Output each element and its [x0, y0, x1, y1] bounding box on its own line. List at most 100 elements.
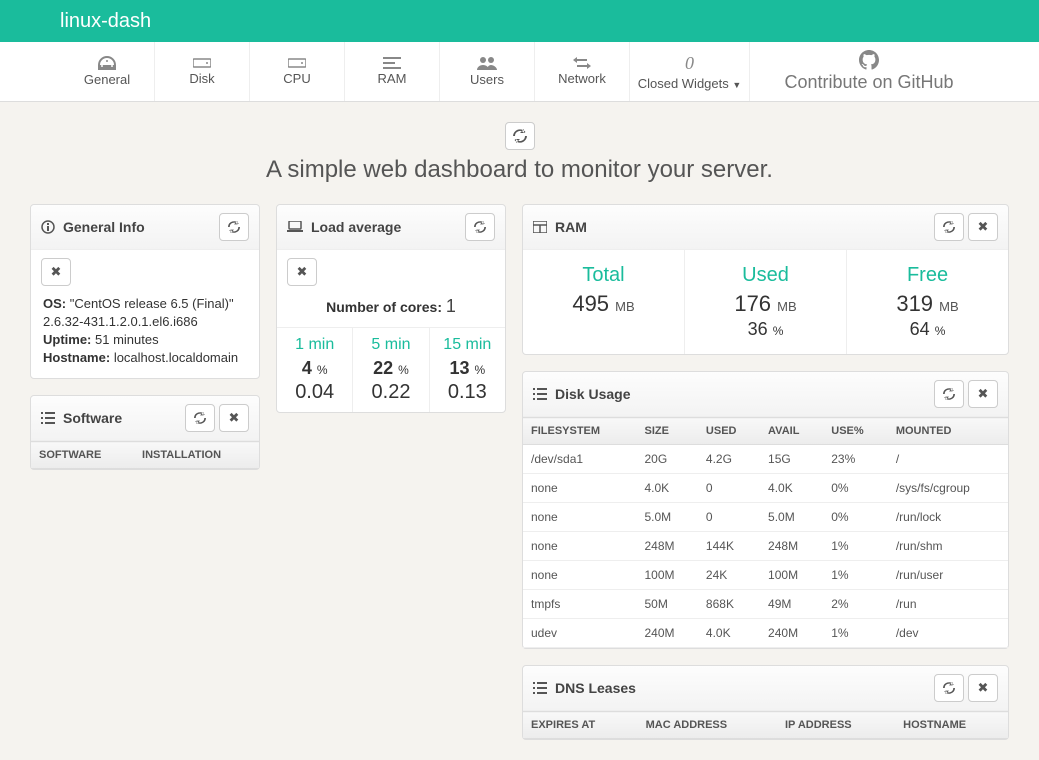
table-row: tmpfs50M868K49M2%/run — [523, 590, 1008, 619]
refresh-icon — [943, 388, 955, 400]
ram-free-cell: Free 319 MB 64 % — [847, 250, 1008, 354]
hostname-value: localhost.localdomain — [114, 350, 238, 365]
table-header: USE% — [823, 418, 888, 445]
page-tagline: A simple web dashboard to monitor your s… — [30, 156, 1009, 184]
nav-users[interactable]: Users — [440, 42, 535, 101]
table-cell: none — [523, 561, 637, 590]
ram-used-pct: 36 — [748, 319, 768, 339]
nav-users-label: Users — [470, 72, 504, 87]
nav-general[interactable]: General — [60, 42, 155, 101]
list-icon — [41, 412, 55, 424]
close-icon: ✖ — [978, 219, 989, 235]
table-header: HOSTNAME — [895, 712, 1008, 739]
load-close-button[interactable]: ✖ — [287, 258, 317, 286]
table-header: EXPIRES AT — [523, 712, 638, 739]
italic-icon: 0 — [685, 53, 694, 74]
table-cell: 240M — [637, 619, 698, 648]
table-cell: 5.0M — [760, 503, 823, 532]
nav-ram[interactable]: RAM — [345, 42, 440, 101]
load-pct: 13 % — [434, 358, 501, 379]
table-header: IP ADDRESS — [777, 712, 895, 739]
table-cell: 0 — [698, 503, 760, 532]
refresh-icon — [943, 221, 955, 233]
table-row: none4.0K04.0K0%/sys/fs/cgroup — [523, 474, 1008, 503]
main-nav: General Disk CPU RAM Users Network 0 Clo… — [0, 42, 1039, 102]
load-refresh-button[interactable] — [465, 213, 495, 241]
ram-unit: MB — [615, 299, 635, 314]
panel-dns-title: DNS Leases — [555, 680, 636, 696]
table-row: udev240M4.0K240M1%/dev — [523, 619, 1008, 648]
nav-ram-label: RAM — [378, 71, 407, 86]
caret-down-icon: ▼ — [732, 80, 741, 90]
table-cell: /run/user — [888, 561, 1008, 590]
nav-disk[interactable]: Disk — [155, 42, 250, 101]
table-cell: 4.0K — [760, 474, 823, 503]
table-row: none5.0M05.0M0%/run/lock — [523, 503, 1008, 532]
list-icon — [533, 682, 547, 694]
ram-close-button[interactable]: ✖ — [968, 213, 998, 241]
os-value: "CentOS release 6.5 (Final)" — [70, 296, 234, 311]
nav-general-label: General — [84, 72, 130, 87]
uptime-value: 51 minutes — [95, 332, 159, 347]
table-cell: 1% — [823, 532, 888, 561]
table-header: AVAIL — [760, 418, 823, 445]
table-cell: none — [523, 474, 637, 503]
os-label: OS: — [43, 296, 66, 311]
nav-closed-widgets[interactable]: 0 Closed Widgets ▼ — [630, 42, 750, 101]
disk-close-button[interactable]: ✖ — [968, 380, 998, 408]
general-info-close-button[interactable]: ✖ — [41, 258, 71, 286]
general-info-refresh-button[interactable] — [219, 213, 249, 241]
ram-free-pct: 64 — [910, 319, 930, 339]
software-table: SOFTWAREINSTALLATION — [31, 441, 259, 469]
close-icon: ✖ — [978, 680, 989, 696]
table-cell: 0% — [823, 503, 888, 532]
load-raw: 0.04 — [281, 381, 348, 404]
table-header: MOUNTED — [888, 418, 1008, 445]
load-cell: 15 min13 %0.13 — [430, 328, 505, 412]
table-cell: 0 — [698, 474, 760, 503]
nav-cpu[interactable]: CPU — [250, 42, 345, 101]
nav-network[interactable]: Network — [535, 42, 630, 101]
table-icon — [533, 221, 547, 233]
ram-used-value: 176 — [734, 291, 771, 316]
dns-refresh-button[interactable] — [934, 674, 964, 702]
table-cell: none — [523, 503, 637, 532]
refresh-icon — [943, 682, 955, 694]
load-pct: 22 % — [357, 358, 424, 379]
software-refresh-button[interactable] — [185, 404, 215, 432]
hostname-label: Hostname: — [43, 350, 110, 365]
refresh-icon — [474, 221, 486, 233]
transfer-icon — [573, 57, 591, 69]
table-cell: 100M — [760, 561, 823, 590]
close-icon: ✖ — [297, 264, 308, 280]
software-close-button[interactable]: ✖ — [219, 404, 249, 432]
table-cell: /run/shm — [888, 532, 1008, 561]
global-refresh-button[interactable] — [505, 122, 535, 150]
panel-software-title: Software — [63, 410, 122, 426]
table-header: SIZE — [637, 418, 698, 445]
table-cell: / — [888, 445, 1008, 474]
panel-general-info: General Info ✖ OS: "CentOS release 6.5 (… — [30, 204, 260, 379]
nav-contribute-label: Contribute on GitHub — [784, 72, 953, 93]
nav-contribute[interactable]: Contribute on GitHub — [759, 42, 979, 101]
load-pct: 4 % — [281, 358, 348, 379]
dns-table: EXPIRES ATMAC ADDRESSIP ADDRESSHOSTNAME — [523, 711, 1008, 739]
table-cell: 248M — [637, 532, 698, 561]
ram-total-value: 495 — [572, 291, 609, 316]
panel-software: Software ✖ SOFTWAREINSTALLATION — [30, 395, 260, 470]
table-header: USED — [698, 418, 760, 445]
table-cell: udev — [523, 619, 637, 648]
load-raw: 0.22 — [357, 381, 424, 404]
panel-ram-title: RAM — [555, 219, 587, 235]
load-label: 5 min — [357, 336, 424, 354]
ram-refresh-button[interactable] — [934, 213, 964, 241]
table-cell: 4.2G — [698, 445, 760, 474]
table-cell: /dev — [888, 619, 1008, 648]
load-label: 1 min — [281, 336, 348, 354]
dns-close-button[interactable]: ✖ — [968, 674, 998, 702]
table-cell: 15G — [760, 445, 823, 474]
users-icon — [477, 56, 497, 70]
panel-load-title: Load average — [311, 219, 401, 235]
disk-refresh-button[interactable] — [934, 380, 964, 408]
kernel-value: 2.6.32-431.1.2.0.1.el6.i686 — [43, 314, 247, 329]
